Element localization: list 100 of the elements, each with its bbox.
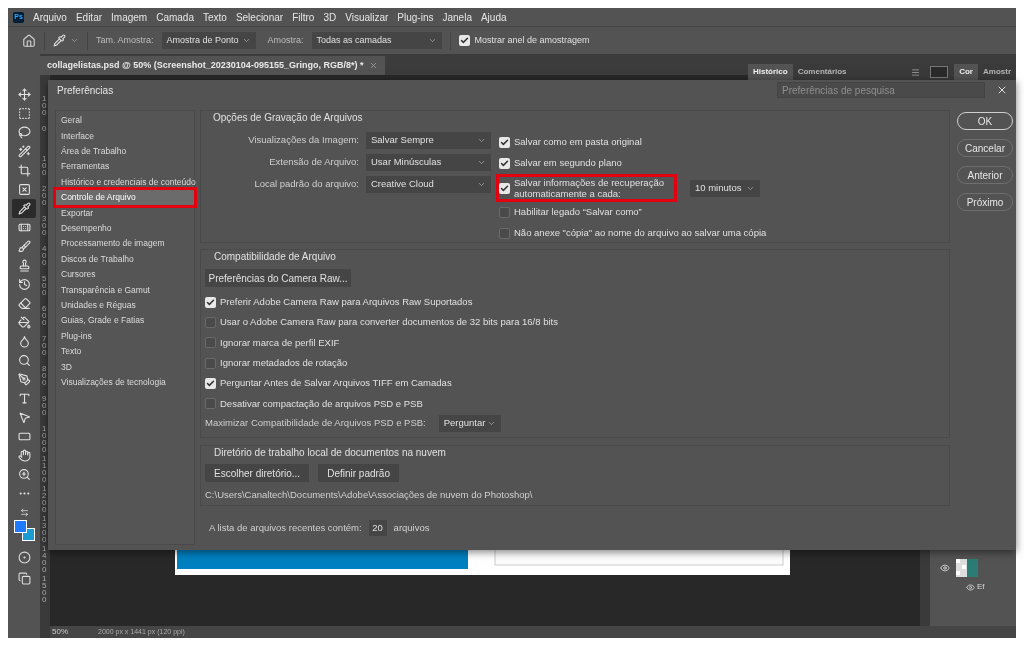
menu-item[interactable]: Imagem bbox=[111, 9, 148, 25]
panel-tab[interactable]: Histórico bbox=[748, 64, 793, 80]
ruler-label: 400 bbox=[42, 245, 48, 269]
dropdown[interactable]: Perguntar bbox=[438, 414, 501, 432]
menu-item[interactable]: Selecionar bbox=[235, 9, 284, 25]
checkbox[interactable] bbox=[205, 377, 216, 389]
ruler-label: 200 bbox=[42, 185, 48, 209]
close-icon[interactable] bbox=[369, 61, 379, 70]
checkbox[interactable] bbox=[499, 182, 510, 194]
close-icon[interactable] bbox=[996, 84, 1008, 96]
eye-icon[interactable] bbox=[966, 582, 975, 592]
checkbox[interactable] bbox=[499, 207, 510, 218]
checkbox[interactable] bbox=[205, 316, 216, 328]
directory-button[interactable]: Escolher diretório... bbox=[205, 464, 310, 482]
eyedropper-icon[interactable] bbox=[53, 34, 66, 47]
layer-effect-label: Ef bbox=[977, 581, 985, 593]
dropdown[interactable]: Creative Cloud bbox=[366, 176, 491, 193]
ruler-label: 500 bbox=[42, 275, 48, 299]
menu-item[interactable]: Arquivo bbox=[33, 9, 67, 25]
checkbox[interactable] bbox=[499, 228, 510, 239]
chevron-icon bbox=[241, 36, 251, 45]
checkbox[interactable] bbox=[499, 137, 510, 148]
menu-item[interactable]: Ajuda bbox=[480, 9, 507, 25]
category-item[interactable]: Guias, Grade e Fatias bbox=[56, 313, 194, 329]
category-item[interactable]: Controle de Arquivo bbox=[56, 189, 194, 206]
eyedropper-icon[interactable] bbox=[12, 199, 36, 218]
dropdown[interactable]: Usar Minúsculas bbox=[366, 154, 491, 171]
panel-tab[interactable]: Amostr bbox=[978, 64, 1016, 80]
menu-item[interactable]: Texto bbox=[202, 9, 227, 25]
menu-item[interactable]: Visualizar bbox=[345, 9, 389, 25]
camera-raw-button[interactable]: Preferências do Camera Raw... bbox=[205, 269, 351, 287]
menu-item[interactable]: Editar bbox=[75, 9, 103, 25]
category-item[interactable]: Interface bbox=[56, 128, 194, 144]
category-item[interactable]: Exportar bbox=[56, 205, 194, 221]
dialog-title: Preferências bbox=[57, 83, 114, 98]
ruler-label: 600 bbox=[42, 305, 48, 329]
category-item[interactable]: 3D bbox=[56, 359, 194, 375]
ruler-label: 1000 bbox=[42, 425, 48, 455]
dropdown[interactable]: Todas as camadas bbox=[311, 32, 442, 49]
checkbox[interactable] bbox=[458, 35, 470, 46]
panel-tab[interactable]: Comentários bbox=[792, 64, 852, 80]
chevron-icon bbox=[477, 158, 486, 167]
category-item[interactable]: Ferramentas bbox=[56, 159, 194, 175]
home-icon[interactable] bbox=[22, 33, 36, 48]
swap-colors-icon[interactable] bbox=[19, 508, 29, 517]
color-swatches[interactable] bbox=[13, 520, 35, 541]
field-label: Tam. Amostra: bbox=[96, 33, 154, 47]
panel-menu-icon[interactable] bbox=[911, 67, 921, 77]
category-item[interactable]: Área de Trabalho bbox=[56, 143, 194, 160]
panel-tab[interactable]: Cor bbox=[954, 64, 978, 80]
menu-item[interactable]: Janela bbox=[442, 9, 472, 25]
chevron-icon bbox=[477, 180, 486, 189]
checkbox-label: Perguntar Antes de Salvar Arquivos TIFF em Camadas bbox=[220, 376, 452, 391]
quick-mask-icon[interactable] bbox=[17, 551, 31, 564]
category-item[interactable]: Histórico e credenciais de conteúdo bbox=[56, 174, 194, 190]
checkbox-label: Ignorar metadados de rotação bbox=[220, 355, 348, 370]
field-label: Extensão de Arquivo: bbox=[269, 155, 359, 170]
field-label: Amostra: bbox=[267, 33, 304, 47]
checkbox[interactable] bbox=[205, 337, 216, 349]
checkbox[interactable] bbox=[205, 398, 216, 410]
menu-item[interactable]: 3D bbox=[323, 9, 337, 25]
category-item[interactable]: Unidades e Réguas bbox=[56, 297, 194, 314]
directory-button[interactable]: Definir padrão bbox=[318, 464, 399, 482]
dropdown[interactable]: Salvar Sempre bbox=[366, 132, 491, 149]
category-item[interactable]: Plug-ins bbox=[56, 328, 194, 344]
menu-item[interactable]: Camada bbox=[156, 9, 194, 25]
panel-icon[interactable] bbox=[930, 66, 949, 78]
ruler-label: 700 bbox=[42, 335, 48, 359]
document-tab[interactable]: collagelistas.psd @ 50% (Screenshot_20230104-095155_Gringo, RGB/8*) * bbox=[40, 56, 386, 75]
dropdown[interactable]: Amostra de Ponto bbox=[161, 32, 256, 49]
screen-mode-icon[interactable] bbox=[17, 572, 31, 585]
checkbox[interactable] bbox=[499, 158, 510, 169]
category-item[interactable]: Texto bbox=[56, 343, 194, 360]
category-item[interactable]: Discos de Trabalho bbox=[56, 251, 194, 267]
eye-icon[interactable] bbox=[940, 563, 950, 573]
category-item[interactable]: Geral bbox=[56, 113, 194, 129]
ruler-label: 0 bbox=[42, 125, 48, 135]
search-field[interactable]: Preferências de pesquisa bbox=[777, 82, 985, 98]
group-title: Compatibilidade de Arquivo bbox=[214, 250, 337, 264]
menu-item[interactable]: Filtro bbox=[292, 9, 315, 25]
checkbox[interactable] bbox=[205, 296, 216, 308]
field-label: A lista de arquivos recentes contém: bbox=[209, 520, 362, 535]
ruler-label: 1200 bbox=[42, 485, 48, 515]
ruler-label: 1100 bbox=[42, 455, 48, 485]
checkbox-label: Usar o Adobe Camera Raw para converter documentos de 32 bits para 16/8 bits bbox=[220, 315, 558, 330]
checkbox-label: Mostrar anel de amostragem bbox=[474, 33, 590, 47]
ruler-label: 100 bbox=[42, 95, 48, 119]
dropdown[interactable]: 10 minutos bbox=[690, 179, 760, 197]
field-label: Maximizar Compatibilidade de Arquivos PSD e PSB: bbox=[205, 416, 426, 431]
category-item[interactable]: Transparência e Gamut bbox=[56, 282, 194, 298]
checkbox[interactable] bbox=[205, 357, 216, 369]
category-item[interactable]: Processamento de imagem bbox=[56, 236, 194, 252]
category-item[interactable]: Desempenho bbox=[56, 220, 194, 237]
chevron-icon bbox=[477, 136, 486, 145]
number-field[interactable]: 20 bbox=[368, 520, 387, 536]
menu-item[interactable]: Plug-ins bbox=[397, 9, 434, 25]
category-item[interactable]: Cursores bbox=[56, 266, 194, 283]
chevron-icon bbox=[427, 36, 437, 45]
checkbox-label: Ignorar marca de perfil EXIF bbox=[220, 335, 340, 350]
category-item[interactable]: Visualizações de tecnologia bbox=[56, 374, 194, 391]
